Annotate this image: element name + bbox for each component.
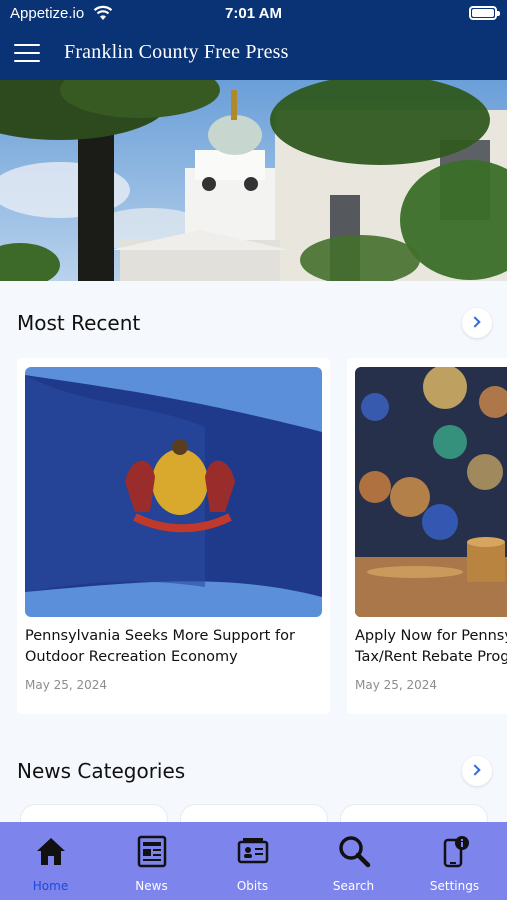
- tab-settings[interactable]: Settings: [404, 822, 505, 900]
- tab-news[interactable]: News: [101, 822, 202, 900]
- settings-icon: [443, 836, 469, 868]
- most-recent-heading: Most Recent: [17, 311, 141, 335]
- bottom-tab-bar: Home News Obits Search Settings: [0, 822, 507, 900]
- article-card[interactable]: Apply Now for Pennsylvania Tax/Rent Reba…: [347, 358, 507, 714]
- tab-label: News: [135, 879, 168, 893]
- hero-image: [0, 80, 507, 281]
- news-categories-heading: News Categories: [17, 759, 186, 783]
- article-date: May 25, 2024: [355, 678, 438, 692]
- tab-label: Settings: [429, 879, 480, 893]
- most-recent-more-button[interactable]: [462, 308, 492, 338]
- app-title: Franklin County Free Press: [64, 41, 289, 63]
- search-icon: [339, 836, 371, 868]
- chevron-right-icon: [469, 316, 481, 328]
- article-thumbnail-coins: [355, 367, 507, 617]
- article-headline: Apply Now for Pennsylvania Tax/Rent Reba…: [355, 628, 507, 665]
- article-headline: Pennsylvania Seeks More Support for Outd…: [25, 628, 295, 665]
- category-chips: [0, 804, 507, 824]
- newspaper-icon: [137, 835, 167, 868]
- article-date: May 25, 2024: [25, 678, 108, 692]
- tab-obits[interactable]: Obits: [202, 822, 303, 900]
- tab-search[interactable]: Search: [303, 822, 404, 900]
- app-header: Franklin County Free Press: [0, 28, 507, 80]
- category-chip[interactable]: [20, 804, 168, 824]
- hamburger-icon[interactable]: [14, 41, 42, 65]
- tab-label: Obits: [236, 879, 269, 893]
- news-categories-more-button[interactable]: [462, 756, 492, 786]
- tab-label: Home: [32, 879, 69, 893]
- battery-icon: [469, 6, 500, 20]
- article-card[interactable]: Pennsylvania Seeks More Support for Outd…: [17, 358, 330, 714]
- tab-label: Search: [332, 879, 375, 893]
- category-chip[interactable]: [340, 804, 488, 824]
- home-icon: [37, 838, 65, 865]
- clock: 7:01 AM: [225, 5, 282, 22]
- tab-home[interactable]: Home: [0, 822, 101, 900]
- most-recent-carousel[interactable]: Pennsylvania Seeks More Support for Outd…: [0, 358, 507, 716]
- article-thumbnail-pa-flag: [25, 367, 322, 617]
- category-chip[interactable]: [180, 804, 328, 824]
- status-bar: Appetize.io 7:01 AM: [0, 0, 507, 28]
- chevron-right-icon: [469, 764, 481, 776]
- obituary-icon: [237, 838, 269, 864]
